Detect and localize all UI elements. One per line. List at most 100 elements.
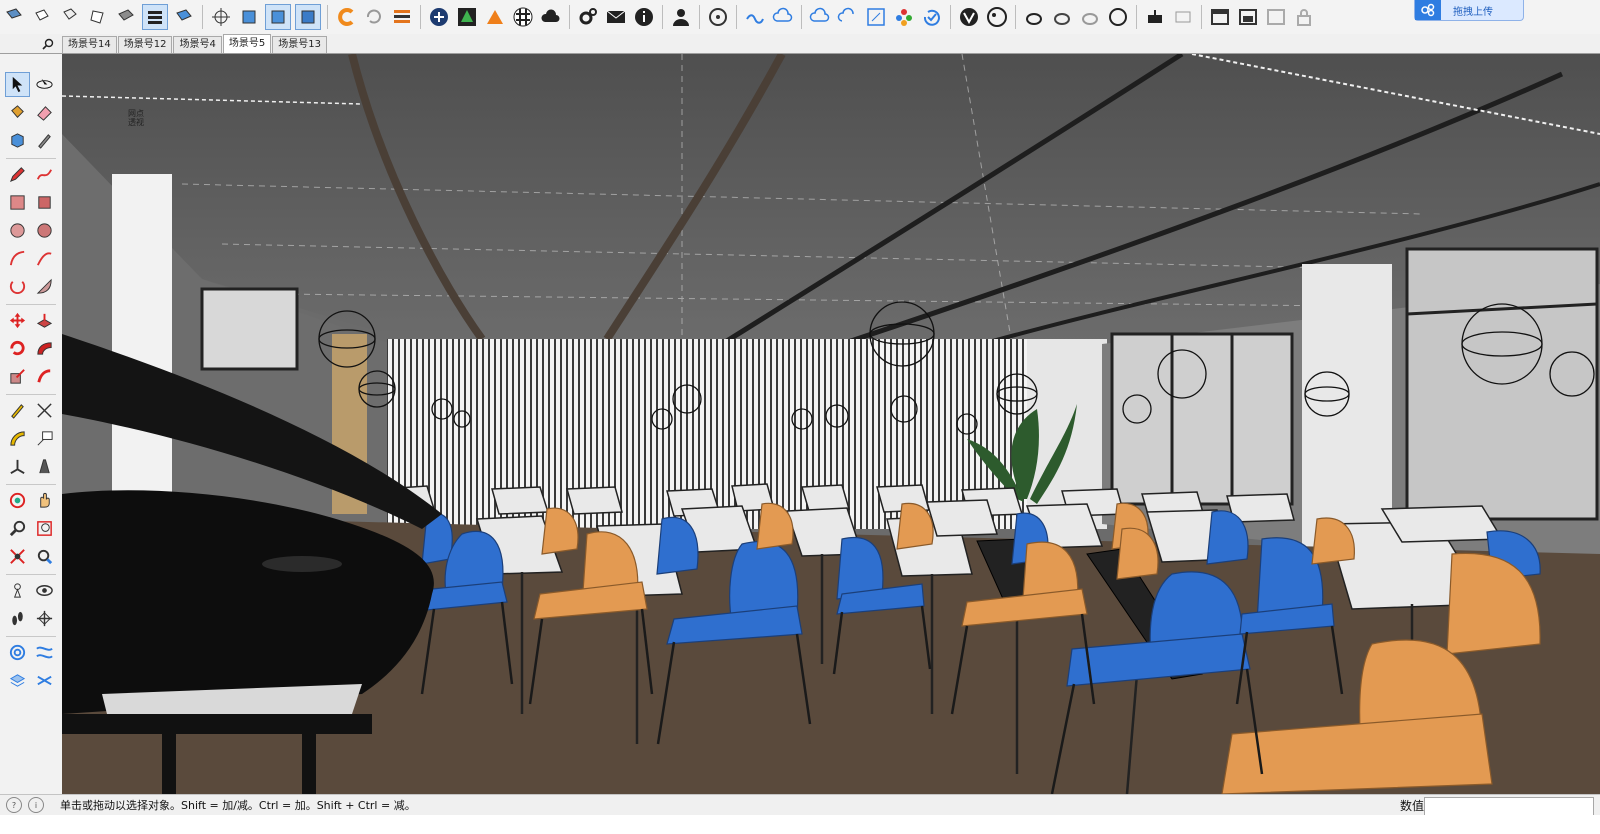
material-icon[interactable] [114,5,138,29]
two-point-arc-icon[interactable] [32,246,57,271]
zoom-icon[interactable] [5,516,30,541]
toolbar-divider [202,5,203,29]
zoom-window-icon[interactable] [32,516,57,541]
scale-icon[interactable] [5,364,30,389]
back-edge-cube-icon[interactable] [265,4,291,30]
position-camera-icon[interactable] [5,578,30,603]
resize-icon[interactable] [864,5,888,29]
geo-location-icon[interactable]: ? [6,797,22,813]
zoom-extents-icon[interactable] [5,544,30,569]
plugin-e-icon[interactable] [334,5,358,29]
scene-tab[interactable]: 场景号12 [117,36,173,53]
scene-tab[interactable]: 场景号13 [272,36,327,53]
toolbar-divider [327,5,328,29]
interactive-render-icon[interactable] [1106,5,1130,29]
checker-icon[interactable] [511,5,535,29]
check-refresh-icon[interactable] [920,5,944,29]
protractor-icon[interactable] [5,426,30,451]
scene-search[interactable] [0,35,62,53]
pencil-icon[interactable] [5,162,30,187]
open-file-icon[interactable] [2,5,26,29]
rectangle-icon[interactable] [5,190,30,215]
move-icon[interactable] [5,308,30,333]
sandbox-scratch-icon[interactable] [32,640,57,665]
teapot-light-icon[interactable] [1078,5,1102,29]
tree-icon[interactable] [455,5,479,29]
axis-crosshair-icon[interactable] [209,5,233,29]
teapot-icon[interactable] [1022,5,1046,29]
scene-tab[interactable]: 场景号14 [62,36,117,53]
refresh-icon[interactable] [362,5,386,29]
cloud-link-icon[interactable] [743,5,767,29]
offset-icon[interactable] [32,364,57,389]
measurements-input[interactable] [1424,797,1594,816]
toolbar-divider [1201,5,1202,29]
flower-icon[interactable] [892,5,916,29]
info-toggle-icon[interactable]: i [28,797,44,813]
user-icon[interactable] [669,5,693,29]
list-icon[interactable] [390,5,414,29]
tape-pen-icon[interactable] [32,128,57,153]
rotate-icon[interactable] [5,336,30,361]
follow-me-icon[interactable] [32,336,57,361]
rotated-rectangle-icon[interactable] [32,190,57,215]
mail-icon[interactable] [604,5,628,29]
dimension-icon[interactable] [32,398,57,423]
push-pull-icon[interactable] [32,308,57,333]
look-around-icon[interactable] [32,578,57,603]
pan-hand-icon[interactable] [32,488,57,513]
shaded-cube-icon[interactable] [295,4,321,30]
component-icon[interactable] [58,5,82,29]
teapot-render-icon[interactable] [1050,5,1074,29]
cloud-check-icon[interactable] [808,5,832,29]
circle-icon[interactable] [5,218,30,243]
batch-render-icon[interactable] [1171,5,1195,29]
vray-icon[interactable] [957,5,981,29]
frame-buffer-icon[interactable] [1143,5,1167,29]
lock-icon[interactable] [1292,5,1316,29]
select-tool-icon[interactable] [5,72,30,97]
new-page-icon[interactable] [30,5,54,29]
component-tool-icon[interactable] [5,128,30,153]
freehand-icon[interactable] [32,162,57,187]
cloud-lines-icon[interactable] [836,5,860,29]
paint-bucket-icon[interactable] [5,100,30,125]
three-point-arc-icon[interactable] [5,274,30,299]
toolbar-divider [569,5,570,29]
stamp-icon[interactable] [32,668,57,693]
eraser-icon[interactable] [32,100,57,125]
arc-icon[interactable] [5,246,30,271]
fan-icon[interactable] [483,5,507,29]
sandbox-contours-icon[interactable] [5,640,30,665]
window-chart-icon[interactable] [1264,5,1288,29]
section-plane-icon[interactable] [32,606,57,631]
add-circle-icon[interactable] [427,5,451,29]
axes-icon[interactable] [5,454,30,479]
palette-icon[interactable] [985,5,1009,29]
cloud-share-icon[interactable] [771,5,795,29]
info-icon[interactable] [632,5,656,29]
scene-tab[interactable]: 场景号4 [173,36,222,53]
wheel-icon[interactable] [706,5,730,29]
style-icon[interactable] [172,5,196,29]
pie-icon[interactable] [32,274,57,299]
walk-icon[interactable] [5,606,30,631]
smoove-icon[interactable] [5,668,30,693]
text-tool-icon[interactable] [32,426,57,451]
model-viewport[interactable]: 网点 透视 [62,54,1600,794]
gear-icon[interactable] [576,5,600,29]
orbit-icon[interactable] [5,488,30,513]
scene-tab-active[interactable]: 场景号5 [222,34,272,53]
3d-text-icon[interactable] [32,454,57,479]
cloud-upload-icon[interactable] [539,5,563,29]
drag-upload-button[interactable]: 拖拽上传 [1414,0,1524,21]
xray-cube-icon[interactable] [237,5,261,29]
layers-icon[interactable] [142,4,168,30]
window-image-icon[interactable] [1236,5,1260,29]
window-icon[interactable] [1208,5,1232,29]
previous-view-icon[interactable] [32,544,57,569]
orbit-select-icon[interactable] [32,72,57,97]
polygon-icon[interactable] [32,218,57,243]
tape-measure-icon[interactable] [5,398,30,423]
box-outline-icon[interactable] [86,5,110,29]
